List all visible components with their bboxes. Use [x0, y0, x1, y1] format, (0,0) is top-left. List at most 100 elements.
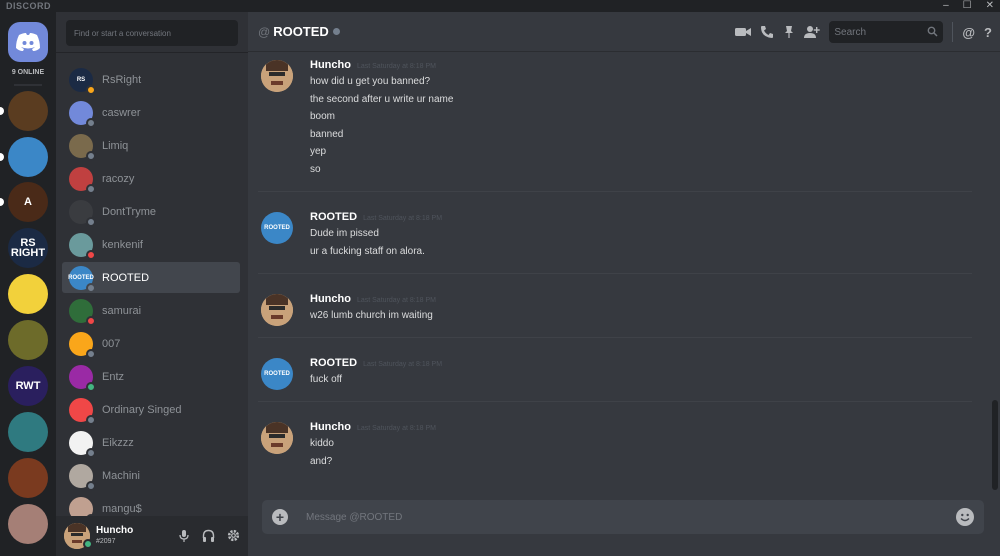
voice-call-icon[interactable]	[760, 25, 774, 39]
headphones-icon[interactable]	[202, 529, 215, 543]
message-author[interactable]: Huncho	[310, 421, 351, 433]
help-button[interactable]: ?	[984, 25, 992, 40]
message-timestamp: Last Saturday at 8:18 PM	[356, 297, 436, 304]
dm-status-indicator	[86, 414, 96, 425]
header-divider	[952, 22, 954, 42]
settings-gear-icon[interactable]	[227, 529, 240, 542]
close-button[interactable]: ✕	[986, 0, 994, 12]
microphone-icon[interactable]	[178, 529, 190, 543]
message-group: Huncho Last Saturday at 8:18 PM w26 lumb c…	[258, 290, 970, 330]
dm-item[interactable]: Ordinary Singed	[62, 394, 240, 425]
dm-item[interactable]: kenkenif	[62, 229, 240, 260]
scrollbar-thumb[interactable]	[992, 400, 998, 490]
message-avatar[interactable]: ROOTED	[261, 212, 293, 244]
server-unread-indicator	[0, 153, 4, 161]
message-timestamp: Last Saturday at 8:18 PM	[363, 361, 443, 368]
dm-sidebar: RS RsRight caswrer Limiq racozy DontTryme kenk…	[56, 12, 248, 556]
message-input[interactable]	[306, 507, 906, 527]
dm-search-input[interactable]	[66, 20, 238, 46]
dm-status-indicator	[86, 348, 96, 359]
message-text: yep	[310, 146, 327, 158]
username: Huncho	[96, 525, 134, 536]
server-icon-a-server[interactable]: A	[8, 182, 48, 222]
server-icon-teal-server[interactable]	[8, 412, 48, 452]
message-author[interactable]: ROOTED	[310, 211, 357, 223]
dm-name: Machini	[102, 469, 140, 482]
message-avatar[interactable]	[261, 294, 293, 326]
message-text: kiddo	[310, 438, 334, 449]
dm-name: Entz	[102, 370, 125, 383]
server-icon-fire-server[interactable]	[8, 458, 48, 498]
dm-item[interactable]: samurai	[62, 295, 240, 326]
recipient-status-dot	[332, 28, 340, 35]
dm-avatar: ROOTED	[68, 265, 96, 293]
server-icon-rwt-server[interactable]: RWT	[8, 366, 48, 406]
dm-item[interactable]: RS RsRight	[62, 64, 240, 95]
chat-title: ROOTED	[273, 24, 329, 39]
maximize-button[interactable]: ☐	[963, 0, 972, 12]
server-icon-wreath-server[interactable]	[8, 320, 48, 360]
search-input[interactable]	[829, 21, 944, 43]
dm-status-indicator	[86, 282, 96, 293]
message-scrollbar[interactable]	[992, 60, 998, 492]
emoji-picker-icon[interactable]	[956, 508, 974, 526]
message-divider	[258, 273, 972, 274]
dm-item[interactable]: Entz	[62, 361, 240, 392]
message-author[interactable]: ROOTED	[310, 357, 357, 369]
dm-name: kenkenif	[102, 238, 143, 251]
server-icon-rsright-server[interactable]: RS RIGHT	[8, 228, 48, 268]
message-timestamp: Last Saturday at 8:18 PM	[363, 215, 443, 222]
dm-item[interactable]: ROOTED ROOTED	[62, 262, 240, 293]
dm-item[interactable]: Machini	[62, 460, 240, 491]
message-text: banned	[310, 128, 344, 140]
add-friend-icon[interactable]	[804, 25, 821, 39]
message-author[interactable]: Huncho	[310, 59, 351, 71]
message-text: w26 lumb church im waiting	[310, 310, 433, 321]
message-group: Huncho Last Saturday at 8:18 PM kiddo and?	[258, 418, 970, 476]
server-icon-sky-server[interactable]	[8, 137, 48, 177]
dm-item[interactable]: mangu$	[62, 493, 240, 517]
dm-item[interactable]: DontTryme	[62, 196, 240, 227]
avatar-label: ROOTED	[264, 225, 290, 231]
discord-logo-icon	[16, 33, 40, 51]
dm-at-symbol: @	[258, 24, 271, 39]
server-icon-face-server[interactable]	[8, 504, 48, 544]
dm-name: mangu$	[102, 502, 142, 515]
user-tag: #2097	[96, 538, 116, 545]
title-bar: DISCORD – ☐ ✕	[0, 0, 1000, 12]
dm-status-indicator	[86, 84, 96, 95]
dm-item[interactable]: caswrer	[62, 97, 240, 128]
avatar-label: ROOTED	[264, 371, 290, 377]
message-divider	[258, 337, 972, 338]
message-group: ROOTED ROOTED Last Saturday at 8:18 PM Dude…	[258, 208, 970, 266]
server-icon-rune-server[interactable]	[8, 91, 48, 131]
dm-name: samurai	[102, 304, 142, 317]
dm-name: 007	[102, 337, 121, 350]
online-count: 9 ONLINE	[11, 69, 45, 76]
mentions-button[interactable]: @	[962, 25, 975, 40]
pinned-messages-icon[interactable]	[783, 25, 795, 39]
dm-avatar	[69, 166, 96, 194]
video-call-icon[interactable]	[735, 26, 752, 38]
dm-status-indicator	[86, 183, 96, 194]
home-button[interactable]	[8, 22, 48, 62]
dm-avatar	[69, 430, 96, 458]
message-avatar[interactable]: ROOTED	[261, 358, 293, 390]
minimize-button[interactable]: –	[943, 0, 949, 12]
dm-status-indicator	[86, 381, 96, 392]
message-author[interactable]: Huncho	[310, 293, 351, 305]
server-icon-pikachu-server[interactable]	[8, 274, 48, 314]
dm-avatar: RS	[69, 67, 96, 95]
dm-item[interactable]: racozy	[62, 163, 240, 194]
message-composer: +	[262, 500, 984, 534]
message-timestamp: Last Saturday at 8:18 PM	[356, 425, 436, 432]
message-avatar[interactable]	[261, 422, 293, 454]
dm-item[interactable]: Eikzzz	[62, 427, 240, 458]
dm-item[interactable]: 007	[62, 328, 240, 359]
dm-item[interactable]: Limiq	[62, 130, 240, 161]
dm-avatar	[69, 496, 96, 517]
user-panel: Huncho #2097	[56, 516, 248, 556]
message-avatar[interactable]	[261, 60, 293, 92]
upload-plus-icon[interactable]: +	[272, 509, 288, 525]
chat-area: @ ROOTED @ ? Huncho Last Saturday at 8:18…	[248, 12, 1000, 556]
